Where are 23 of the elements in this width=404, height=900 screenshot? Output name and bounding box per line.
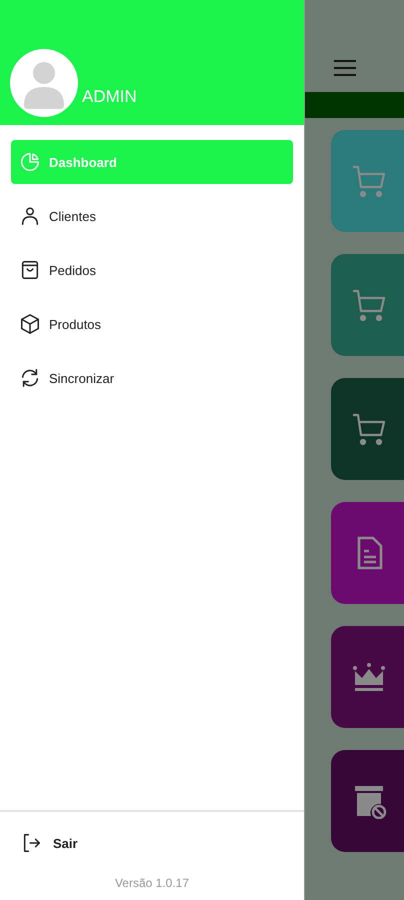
shortcut-card[interactable] (331, 626, 404, 728)
box-icon (19, 313, 41, 335)
menu-item[interactable]: Sincronizar (11, 356, 293, 400)
menu-item[interactable]: Clientes (11, 194, 293, 238)
menu-icon[interactable] (333, 59, 357, 77)
cart-icon (351, 163, 387, 199)
version-text: Versão 1.0.17 (114, 876, 190, 890)
bag-icon (19, 259, 41, 281)
logout-icon (21, 832, 43, 854)
logout-item[interactable]: Sair (0, 832, 304, 854)
pie-chart-icon (19, 151, 41, 173)
menu-item[interactable]: Produtos (11, 302, 293, 346)
shortcut-card[interactable] (331, 750, 404, 852)
user-name: ADMIN (82, 87, 137, 107)
shortcut-card[interactable] (331, 502, 404, 604)
cart-icon (351, 411, 387, 447)
menu-item[interactable]: Pedidos (11, 248, 293, 292)
shortcut-card[interactable] (331, 378, 404, 480)
shortcut-card[interactable] (331, 254, 404, 356)
user-icon (19, 205, 41, 227)
sync-icon (19, 367, 41, 389)
avatar-icon (10, 49, 78, 117)
cart-icon (351, 287, 387, 323)
